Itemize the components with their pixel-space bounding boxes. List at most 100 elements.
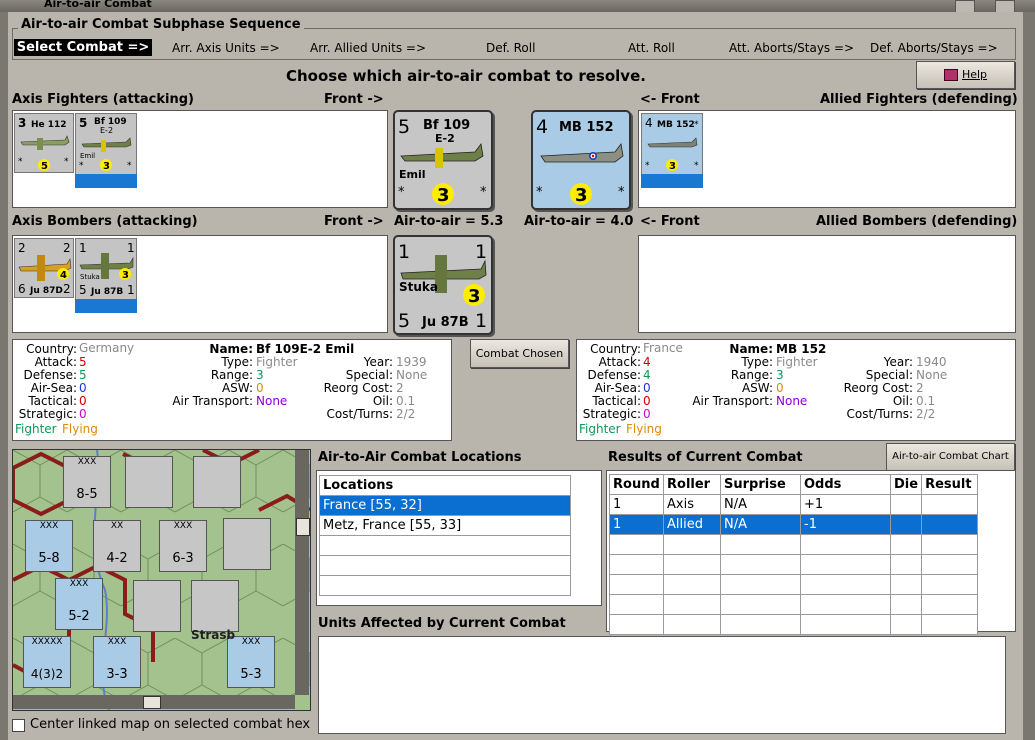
map-unit-he112-stack[interactable] (133, 580, 181, 632)
seq-step-select-combat[interactable]: Select Combat => (14, 39, 152, 56)
allied-air-to-air-value: Air-to-air = 4.0 (524, 214, 634, 229)
location-row[interactable]: Metz, France [55, 33] (319, 515, 571, 536)
axis-fighters-title: Axis Fighters (attacking) (12, 92, 194, 107)
axis-airtrans-label: Air Transport: (172, 394, 253, 408)
map-unit-bf110c-top[interactable] (193, 456, 241, 508)
seq-step-def-aborts[interactable]: Def. Aborts/Stays => (870, 41, 998, 55)
map-unit-label: XXX (69, 579, 89, 589)
results-header-roller: Roller (663, 474, 721, 495)
locations-title: Air-to-Air Combat Locations (318, 450, 522, 465)
combat-chosen-button[interactable]: Combat Chosen (470, 339, 569, 368)
map-unit-bf109-top[interactable] (125, 456, 173, 508)
axis-defense-label: Defense: (23, 368, 77, 382)
axis-fighter-chit-bf109[interactable]: 5 Bf 109 E-2 Emil * * 3 (74, 112, 138, 176)
map-unit-axis-corps-2[interactable]: XXX 6-3 (159, 520, 207, 572)
help-label: Help (961, 68, 988, 81)
seq-step-att-roll[interactable]: Att. Roll (628, 41, 675, 55)
linked-map[interactable]: XXX 8-5 XX 4-2 XXX 6-3 XXX 5-8 XXX 5-2 XXX 3-3… (12, 449, 311, 711)
big-ju87b-nick: Stuka (399, 280, 438, 294)
mb152-star-top-right: * (694, 120, 699, 130)
axis-special: None (396, 368, 428, 382)
allied-attack-label: Attack: (598, 355, 641, 369)
locations-list[interactable]: Locations France [55, 32] Metz, France [… (316, 470, 602, 606)
axis-fighter-chit-he112[interactable]: 3 He 112 * * 5 (14, 113, 74, 173)
allied-special-label: Special: (865, 368, 913, 382)
center-map-checkbox[interactable] (12, 719, 25, 732)
help-button[interactable]: Help (916, 61, 1015, 89)
selected-allied-fighter-chit[interactable]: 4 MB 152 * * 3 (531, 110, 631, 210)
window-frame-right (1023, 12, 1035, 740)
results-header-result: Result (921, 474, 979, 495)
allied-airtrans: None (776, 394, 808, 408)
axis-country-label: Country: (26, 342, 77, 356)
window-title: Air-to-air Combat (44, 0, 152, 10)
map-unit-bf110c-mid[interactable] (223, 518, 271, 570)
results-title: Results of Current Combat (608, 450, 803, 465)
air-to-air-chart-button[interactable]: Air-to-air Combat Chart (886, 443, 1015, 471)
map-unit-bf109-stack[interactable] (191, 580, 239, 632)
axis-bomber-chit-ju87d[interactable]: 2 2 4 6 Ju 87D 2 (14, 238, 74, 298)
results-cell: 1 (609, 494, 664, 515)
allied-asw: 0 (776, 381, 784, 395)
results-cell: Allied (663, 514, 721, 535)
map-unit-strength: 5-3 (240, 667, 262, 682)
allied-type: Fighter (776, 355, 818, 369)
allied-name-label: Name: (729, 342, 773, 356)
map-unit-axis-corps[interactable]: XXX 8-5 (63, 456, 111, 508)
location-row-selected[interactable]: France [55, 32] (319, 495, 571, 516)
map-unit-allied-army[interactable]: XXXXX 4(3)2 (23, 636, 71, 688)
results-row-selected[interactable]: 1 Allied N/A -1 (609, 514, 979, 535)
big-mb152-star-right: * (618, 185, 625, 200)
allied-year: 1940 (916, 355, 947, 369)
axis-bomber-chit-ju87b[interactable]: 1 1 Stuka 3 5 Ju 87B 1 (74, 237, 138, 301)
allied-fighter-selection-bar (641, 174, 703, 188)
map-hscroll-thumb[interactable] (143, 696, 161, 709)
allied-defense: 4 (643, 368, 651, 382)
map-unit-allied-corps-3[interactable]: XXX 3-3 (93, 636, 141, 688)
axis-bombers-title: Axis Bombers (attacking) (12, 214, 198, 229)
results-empty-row (609, 574, 979, 595)
allied-range-label: Range: (730, 368, 773, 382)
map-vertical-scrollbar[interactable] (295, 450, 310, 695)
he112-range: 5 (41, 161, 48, 172)
results-empty-row (609, 554, 979, 575)
axis-strategic: 0 (79, 407, 87, 421)
results-table-box[interactable]: Round Roller Surprise Odds Die Result 1 … (606, 470, 1016, 635)
map-unit-strength: 5-2 (68, 609, 90, 624)
locations-header: Locations (319, 475, 571, 496)
book-icon (943, 69, 958, 81)
big-ju87b-br: 1 (475, 310, 487, 332)
seq-step-att-aborts[interactable]: Att. Aborts/Stays => (729, 41, 854, 55)
big-bf109-star-left: * (398, 185, 405, 200)
map-unit-strength: 6-3 (172, 551, 194, 566)
allied-strategic: 0 (643, 407, 651, 421)
map-unit-allied-corps-2[interactable]: XXX 5-2 (55, 578, 103, 630)
seq-step-arr-axis[interactable]: Arr. Axis Units => (172, 41, 280, 55)
map-unit-allied-corps[interactable]: XXX 5-8 (25, 520, 73, 572)
seq-step-def-roll[interactable]: Def. Roll (486, 41, 535, 55)
selected-axis-fighter-chit[interactable]: 5 Bf 109 E-2 Emil * * 3 (393, 110, 493, 210)
big-bf109-name: Bf 109 (423, 118, 470, 133)
results-header-die: Die (889, 474, 923, 495)
map-unit-allied-corps-4[interactable]: XXX 5-3 (227, 636, 275, 688)
allied-fighter-chit-mb152[interactable]: 4 MB 152 * * * 3 (640, 112, 704, 176)
selected-axis-bomber-chit[interactable]: 1 1 Stuka 3 5 Ju 87B 1 (393, 235, 493, 335)
map-unit-axis-division[interactable]: XX 4-2 (93, 520, 141, 572)
results-row[interactable]: 1 Axis N/A +1 (609, 494, 979, 515)
map-vscroll-thumb[interactable] (296, 518, 310, 536)
window-frame-left (0, 12, 8, 740)
ju87d-br: 2 (63, 282, 71, 296)
ju87b-tr: 1 (127, 241, 135, 255)
map-horizontal-scrollbar[interactable] (13, 695, 295, 709)
map-unit-label: XXX (107, 637, 127, 647)
affected-units-box[interactable] (318, 636, 1006, 734)
allied-country: France (643, 341, 683, 355)
ju87b-chit-art: 1 1 Stuka 3 5 Ju 87B 1 (79, 241, 135, 297)
mb152-star-right: * (694, 161, 699, 171)
results-cell: N/A (720, 494, 801, 515)
axis-defense: 5 (79, 368, 87, 382)
axis-year-label: Year: (363, 355, 393, 369)
allied-bombers-box[interactable] (638, 235, 1016, 333)
axis-country: Germany (79, 341, 135, 355)
seq-step-arr-allied[interactable]: Arr. Allied Units => (310, 41, 426, 55)
